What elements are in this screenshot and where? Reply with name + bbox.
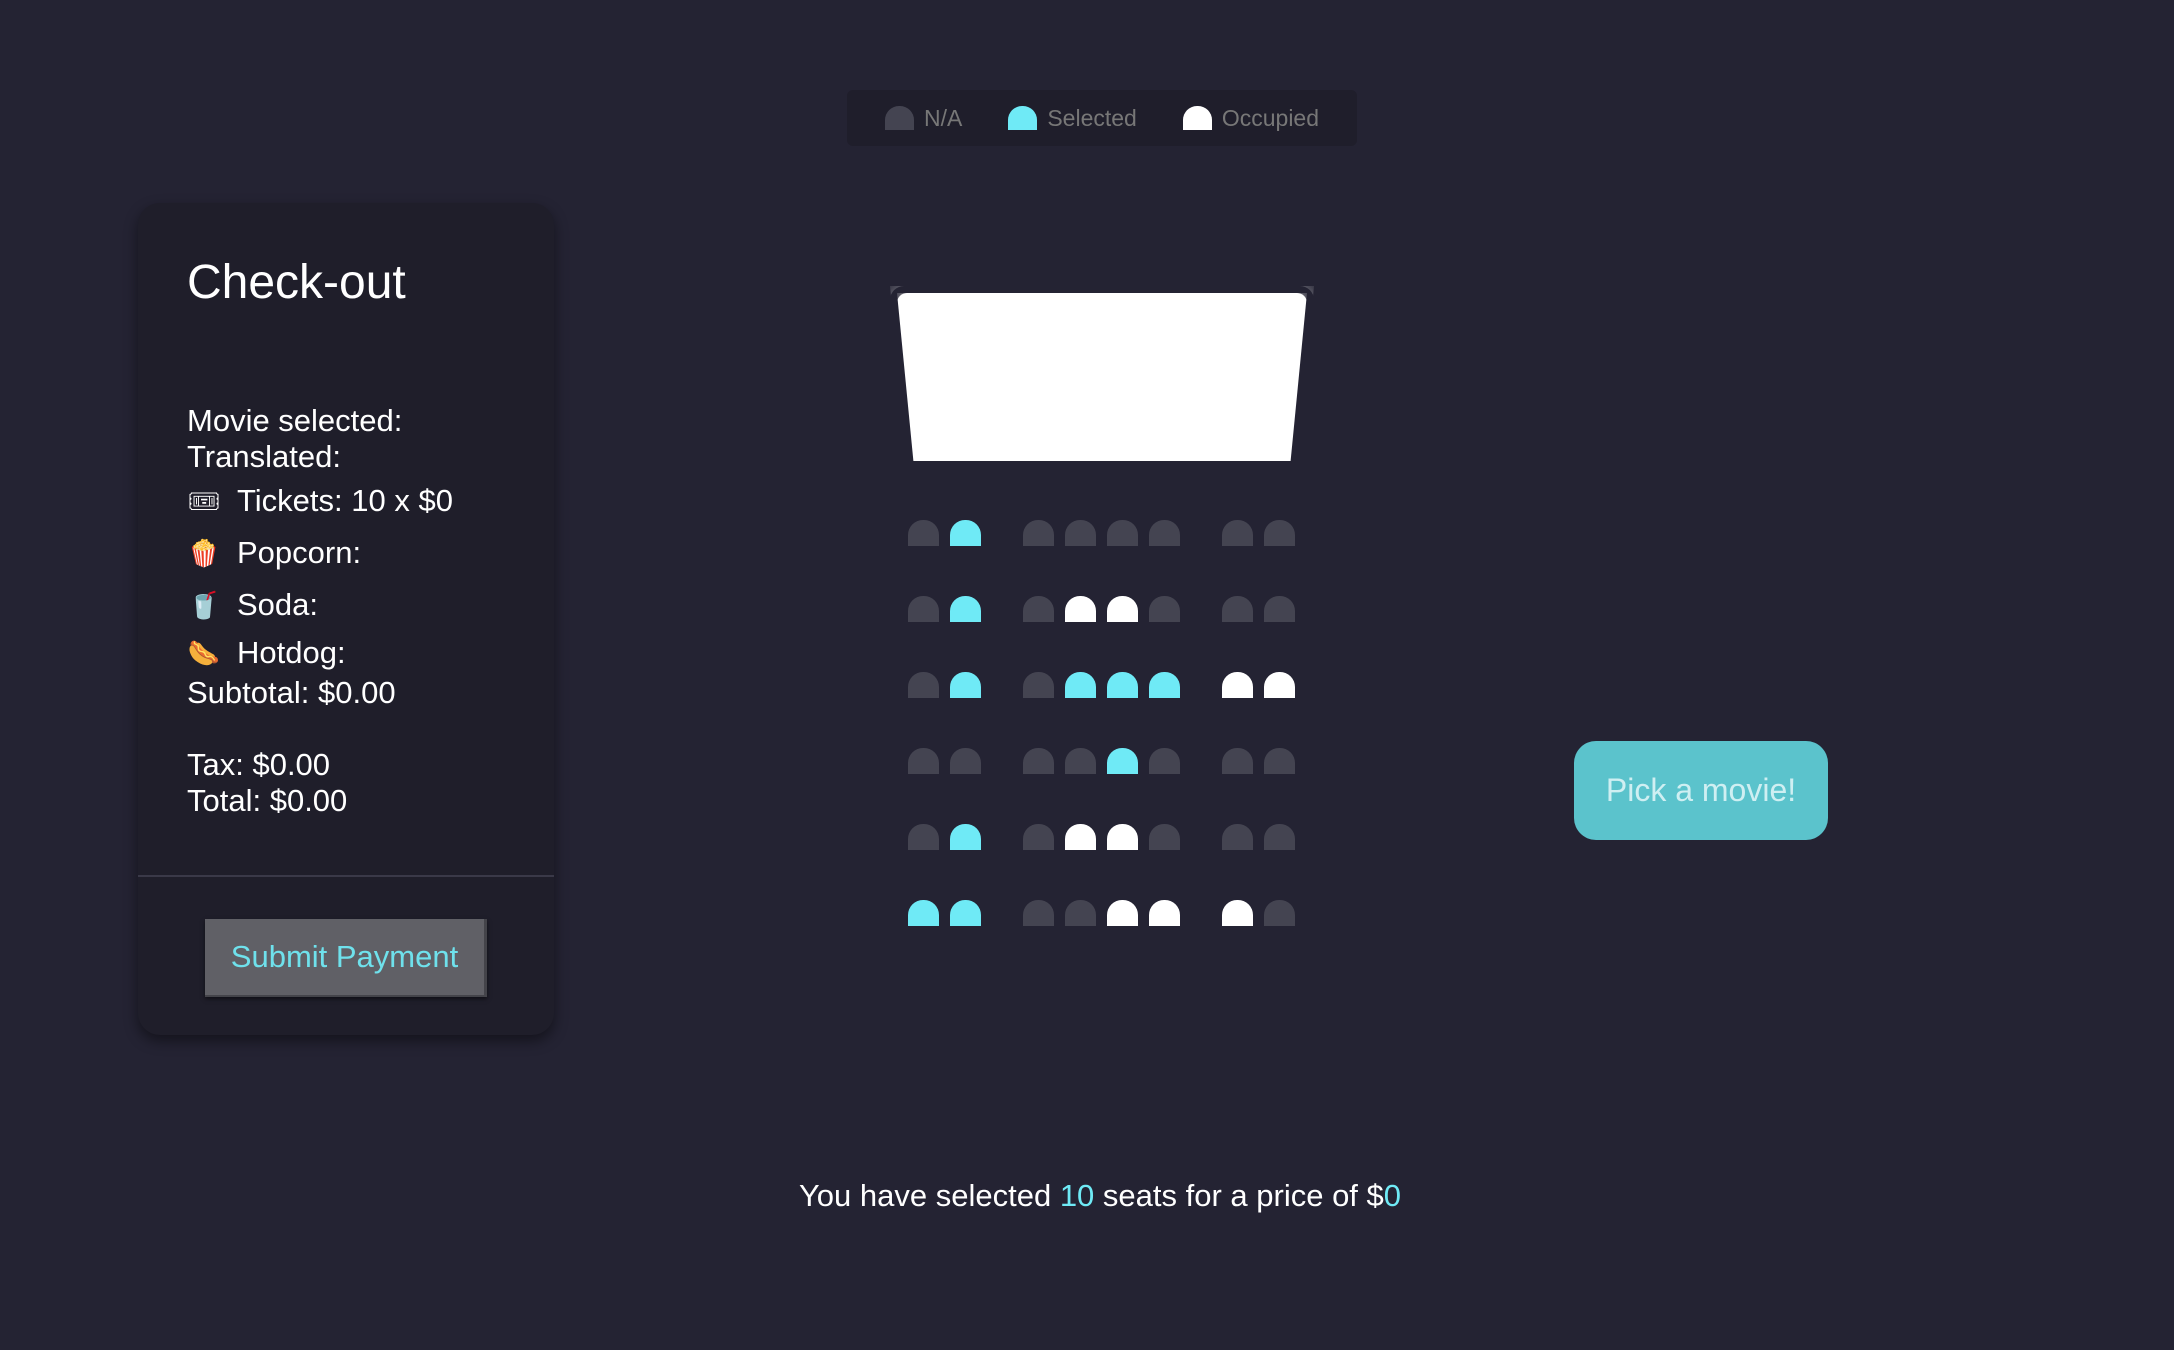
seat-selected[interactable] [950, 672, 981, 698]
legend-seat-selected-icon [1008, 106, 1038, 130]
seat-row [908, 520, 1306, 596]
legend-item-occupied: Occupied [1182, 104, 1320, 132]
page: N/A Selected Occupied Check-out Movie se… [0, 0, 2174, 1350]
seat-row [908, 748, 1306, 824]
seat-row [908, 596, 1306, 672]
summary-middle: seats for a price of $ [1094, 1178, 1384, 1213]
movie-screen [897, 293, 1307, 461]
seat-na[interactable] [1149, 596, 1180, 622]
seat-occupied [1065, 824, 1096, 850]
checkout-divider [138, 875, 554, 877]
pick-movie-button[interactable]: Pick a movie! [1574, 741, 1828, 840]
seat-na[interactable] [908, 824, 939, 850]
seat-occupied [1107, 596, 1138, 622]
legend-seat-occupied-icon [1182, 106, 1212, 130]
seat-na[interactable] [1222, 748, 1253, 774]
seat-selected[interactable] [908, 900, 939, 926]
seat-selected[interactable] [1065, 672, 1096, 698]
seat-na[interactable] [1264, 748, 1295, 774]
checkout-details: Movie selected: Translated: 🎟 Tickets: 1… [187, 403, 547, 819]
hotdog-line: 🌭 Hotdog: [187, 631, 547, 675]
seat-row [908, 900, 1306, 976]
seat-na[interactable] [1065, 520, 1096, 546]
seat-selected[interactable] [1149, 672, 1180, 698]
seat-occupied [1107, 900, 1138, 926]
translated-label: Translated: [187, 439, 341, 474]
selection-summary: You have selected 10 seats for a price o… [0, 1178, 2174, 1214]
movie-selected-label: Movie selected: [187, 403, 403, 438]
checkout-title: Check-out [187, 256, 406, 309]
seat-na[interactable] [1023, 824, 1054, 850]
seat-na[interactable] [950, 748, 981, 774]
seat-na[interactable] [1023, 596, 1054, 622]
seat-occupied [1222, 672, 1253, 698]
seat-na[interactable] [908, 672, 939, 698]
seat-na[interactable] [1107, 520, 1138, 546]
seat-na[interactable] [1149, 824, 1180, 850]
seat-selected[interactable] [950, 900, 981, 926]
seat-na[interactable] [1065, 900, 1096, 926]
summary-prefix: You have selected [798, 1178, 1060, 1213]
selected-seat-count: 10 [1059, 1178, 1095, 1213]
total-price: 0 [1383, 1178, 1402, 1213]
seat-na[interactable] [1222, 520, 1253, 546]
seat-na[interactable] [1264, 596, 1295, 622]
popcorn-icon: 🍿 [187, 538, 221, 568]
seat-na[interactable] [1222, 824, 1253, 850]
seat-row [908, 672, 1306, 748]
seat-selected[interactable] [1107, 672, 1138, 698]
legend-item-selected: Selected [1008, 105, 1137, 132]
subtotal: Subtotal: $0.00 [187, 675, 396, 710]
seat-occupied [1107, 824, 1138, 850]
total: Total: $0.00 [187, 783, 348, 818]
tickets-line: 🎟 Tickets: 10 x $0 [187, 475, 547, 527]
legend-label-occupied: Occupied [1221, 104, 1320, 131]
seat-na[interactable] [1264, 824, 1295, 850]
legend-label-selected: Selected [1047, 104, 1137, 131]
legend-seat-na-icon [884, 106, 914, 130]
seat-na[interactable] [1149, 748, 1180, 774]
seat-na[interactable] [1264, 900, 1295, 926]
seat-selected[interactable] [1107, 748, 1138, 774]
seat-selected[interactable] [950, 520, 981, 546]
legend-label-na: N/A [923, 104, 963, 131]
seat-na[interactable] [1023, 520, 1054, 546]
seat-row [908, 824, 1306, 900]
seat-na[interactable] [1023, 672, 1054, 698]
tickets-label: Tickets: 10 x $0 [237, 483, 453, 518]
soda-label: Soda: [237, 587, 319, 622]
seat-occupied [1264, 672, 1295, 698]
legend-item-na: N/A [884, 104, 963, 132]
seat-occupied [1149, 900, 1180, 926]
seat-selected[interactable] [950, 824, 981, 850]
checkout-panel: Check-out Movie selected: Translated: 🎟 … [138, 203, 554, 1035]
seat-legend: N/A Selected Occupied [847, 90, 1357, 146]
soda-line: 🥤 Soda: [187, 579, 547, 631]
tax: Tax: $0.00 [187, 747, 331, 782]
seat-na[interactable] [1065, 748, 1096, 774]
seat-na[interactable] [1222, 596, 1253, 622]
ticket-icon: 🎟 [187, 486, 221, 516]
seat-occupied [1065, 596, 1096, 622]
submit-payment-button[interactable]: Submit Payment [205, 919, 487, 997]
seat-na[interactable] [908, 520, 939, 546]
hotdog-label: Hotdog: [237, 635, 346, 670]
soda-icon: 🥤 [187, 590, 221, 620]
seat-na[interactable] [1023, 900, 1054, 926]
popcorn-line: 🍿 Popcorn: [187, 527, 547, 579]
seat-na[interactable] [1149, 520, 1180, 546]
seat-na[interactable] [908, 748, 939, 774]
popcorn-label: Popcorn: [237, 535, 362, 570]
hotdog-icon: 🌭 [187, 638, 221, 668]
seat-na[interactable] [1023, 748, 1054, 774]
seat-occupied [1222, 900, 1253, 926]
seat-selected[interactable] [950, 596, 981, 622]
seat-na[interactable] [908, 596, 939, 622]
seat-na[interactable] [1264, 520, 1295, 546]
seat-grid [908, 520, 1306, 976]
